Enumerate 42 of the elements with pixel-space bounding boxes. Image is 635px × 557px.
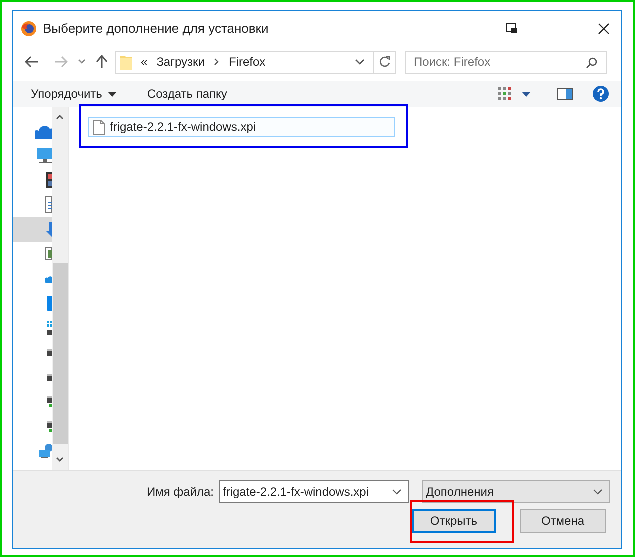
path-overflow[interactable]: « xyxy=(141,53,148,71)
view-grid-icon[interactable] xyxy=(498,87,512,101)
network-icon xyxy=(39,444,53,459)
up-arrow-icon[interactable] xyxy=(96,55,108,69)
chevron-icon[interactable] xyxy=(355,59,365,65)
caret-icon[interactable] xyxy=(108,92,118,96)
preview-pane-icon[interactable] xyxy=(557,88,573,100)
window-title: Выберите дополнение для установки xyxy=(43,20,269,38)
chevron-icon[interactable] xyxy=(392,488,402,494)
cloud-icon xyxy=(45,274,53,283)
snap-icon[interactable] xyxy=(506,22,518,34)
address-bar[interactable]: « Загрузки Firefox xyxy=(115,50,396,74)
file-name-label: Имя файла: xyxy=(147,484,214,500)
chevron-right-icon[interactable] xyxy=(214,58,220,66)
chevron-icon[interactable] xyxy=(592,488,603,494)
folder-icon xyxy=(120,54,132,70)
image-icon xyxy=(45,247,53,262)
scrollbar[interactable] xyxy=(52,107,68,470)
breadcrumb[interactable]: Загрузки xyxy=(156,53,205,71)
new-folder-button[interactable]: Создать папку xyxy=(147,85,228,103)
search-icon xyxy=(586,56,598,68)
file-item[interactable]: frigate-2.2.1-fx-windows.xpi xyxy=(88,117,395,137)
document-icon xyxy=(45,196,53,214)
cancel-button[interactable]: Отмена xyxy=(520,509,606,533)
file-icon xyxy=(93,120,105,134)
breadcrumb[interactable]: Firefox xyxy=(228,53,266,71)
file-name-combo[interactable]: frigate-2.2.1-fx-windows.xpi xyxy=(218,480,409,503)
monitor-icon xyxy=(37,148,53,164)
cloud-icon xyxy=(35,124,53,139)
close-icon[interactable] xyxy=(598,22,610,34)
app-icon xyxy=(21,20,37,36)
organize-button[interactable]: Упорядочить xyxy=(31,85,118,103)
scroll-up-icon[interactable] xyxy=(56,115,64,120)
open-button[interactable]: Открыть xyxy=(412,509,496,533)
file-type-dropdown[interactable]: Дополнения xyxy=(422,480,610,503)
scroll-down-icon[interactable] xyxy=(56,457,64,462)
caret-icon[interactable] xyxy=(522,92,531,96)
search-field[interactable]: Поиск: Firefox xyxy=(405,50,607,74)
back-arrow-icon[interactable] xyxy=(25,56,39,68)
scrollbar-thumb[interactable] xyxy=(52,263,68,444)
refresh-icon[interactable] xyxy=(378,56,390,68)
help-icon[interactable] xyxy=(593,86,609,102)
